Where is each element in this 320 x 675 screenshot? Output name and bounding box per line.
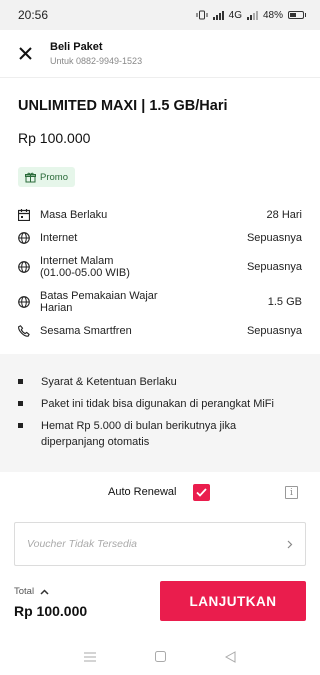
detail-label: Internet	[40, 232, 78, 244]
battery-icon	[288, 11, 306, 19]
globe-icon	[18, 232, 38, 244]
detail-value: 1.5 GB	[267, 296, 302, 308]
phone-number: Untuk 0882-9949-1523	[50, 56, 143, 66]
globe-icon	[18, 261, 38, 273]
detail-value: Sepuasnya	[246, 232, 302, 244]
note-item: Syarat & Ketentuan Berlaku	[18, 374, 302, 390]
terms-section: Syarat & Ketentuan Berlaku Paket ini tid…	[0, 354, 320, 472]
status-icons: 4G 48%	[196, 10, 306, 21]
bullet-icon	[18, 379, 23, 384]
note-item: Paket ini tidak bisa digunakan di perang…	[18, 396, 302, 412]
battery-percent: 48%	[262, 9, 283, 21]
status-bar: 20:56 4G 48%	[0, 0, 320, 30]
back-icon[interactable]	[224, 650, 236, 663]
close-icon	[18, 47, 32, 60]
vibrate-icon	[196, 10, 208, 20]
total-label: Total	[14, 586, 35, 597]
auto-renewal-label: Auto Renewal	[108, 486, 177, 498]
total-amount: Rp 100.000	[14, 603, 88, 619]
note-text: Hemat Rp 5.000 di bulan berikutnya jika …	[41, 420, 237, 448]
auto-renewal-checkbox[interactable]	[193, 484, 210, 501]
bullet-icon	[18, 423, 23, 428]
detail-row-internet: Internet Sepuasnya	[0, 227, 320, 249]
info-icon: i	[290, 487, 293, 498]
detail-value: 28 Hari	[266, 209, 302, 221]
note-text: Syarat & Ketentuan Berlaku	[41, 376, 177, 388]
detail-label: Internet Malam (01.00-05.00 WIB)	[40, 255, 130, 279]
bullet-icon	[18, 401, 23, 406]
checkmark-icon	[196, 488, 207, 497]
home-icon[interactable]	[154, 651, 166, 662]
detail-row-validity: Masa Berlaku 28 Hari	[0, 203, 320, 227]
detail-value: Sepuasnya	[246, 325, 302, 337]
menu-icon[interactable]	[84, 652, 97, 662]
detail-label: Masa Berlaku	[40, 209, 108, 221]
page-title: Beli Paket	[50, 41, 103, 53]
calendar-icon	[18, 209, 38, 221]
voucher-placeholder: Voucher Tidak Tersedia	[27, 538, 138, 550]
signal-icon-2	[246, 10, 258, 20]
auto-renewal-row: Auto Renewal	[0, 474, 320, 512]
promo-label: Promo	[40, 171, 68, 183]
chevron-up-icon	[40, 588, 49, 595]
signal-icon	[212, 10, 224, 20]
chevron-right-icon	[287, 540, 293, 548]
promo-badge: Promo	[18, 167, 75, 187]
detail-row-smartfren-calls: Sesama Smartfren Sepuasnya	[0, 319, 320, 343]
voucher-field[interactable]: Voucher Tidak Tersedia	[14, 522, 306, 566]
detail-label: Batas Pemakaian Wajar Harian	[40, 290, 158, 314]
package-price: Rp 100.000	[18, 130, 91, 146]
network-type: 4G	[228, 9, 242, 21]
package-name: UNLIMITED MAXI | 1.5 GB/Hari	[18, 98, 228, 114]
detail-value: Sepuasnya	[246, 261, 302, 273]
gift-icon	[25, 172, 36, 182]
note-item: Hemat Rp 5.000 di bulan berikutnya jika …	[18, 418, 302, 450]
total-toggle[interactable]: Total	[14, 586, 49, 597]
detail-row-night-internet: Internet Malam (01.00-05.00 WIB) Sepuasn…	[0, 249, 320, 285]
package-details: Masa Berlaku 28 Hari Internet Sepuasnya …	[0, 203, 320, 343]
phone-icon	[18, 325, 38, 337]
system-nav-bar	[0, 638, 320, 675]
continue-button[interactable]: LANJUTKAN	[160, 581, 306, 621]
status-time: 20:56	[18, 8, 49, 22]
note-text: Paket ini tidak bisa digunakan di perang…	[41, 398, 274, 410]
info-button[interactable]: i	[285, 486, 298, 499]
page-header: Beli Paket Untuk 0882-9949-1523	[0, 30, 320, 78]
header-text: Beli Paket Untuk 0882-9949-1523	[50, 41, 142, 66]
globe-icon	[18, 296, 38, 308]
detail-row-fair-usage: Batas Pemakaian Wajar Harian 1.5 GB	[0, 285, 320, 319]
close-button[interactable]	[0, 30, 50, 78]
detail-label: Sesama Smartfren	[40, 325, 132, 337]
